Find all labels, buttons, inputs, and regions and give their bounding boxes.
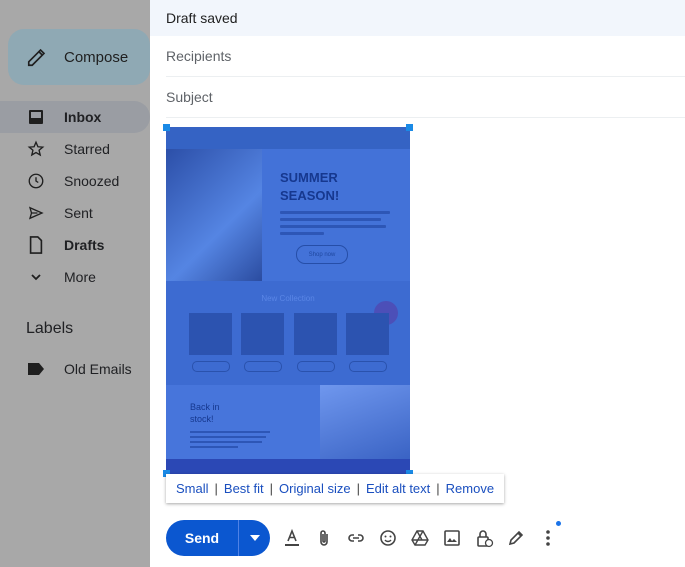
text-format-icon — [285, 528, 299, 546]
product-button — [244, 361, 282, 372]
draft-status: Draft saved — [166, 10, 238, 26]
recipients-field[interactable]: Recipients — [166, 36, 685, 77]
inline-image-selected[interactable]: SUMMER SEASON! Shop now New Collection B… — [163, 124, 413, 477]
compose-button[interactable]: Compose — [8, 29, 150, 85]
sidebar-item-more[interactable]: More — [0, 261, 150, 293]
label-item-label: Old Emails — [64, 361, 132, 377]
sidebar-item-snoozed[interactable]: Snoozed — [0, 165, 150, 197]
image-size-small-link[interactable]: Small — [176, 481, 209, 496]
subject-field[interactable]: Subject — [166, 77, 685, 118]
chevron-down-icon — [26, 267, 46, 287]
more-vert-icon — [546, 530, 550, 546]
sidebar: Compose Inbox Starred Snoozed Sent Draft… — [0, 0, 150, 567]
image-options-bar: Small | Best fit | Original size | Edit … — [166, 474, 504, 503]
insert-emoji-button[interactable] — [372, 522, 404, 554]
product-button — [349, 361, 387, 372]
compose-window: Draft saved Recipients Subject SUMMER SE… — [150, 0, 685, 567]
lock-clock-icon — [477, 530, 494, 548]
product-image — [346, 313, 389, 355]
paperclip-icon — [320, 530, 328, 546]
notification-dot — [556, 521, 561, 526]
back-text-lines — [190, 431, 270, 451]
compose-label: Compose — [64, 48, 129, 66]
edit-alt-text-link[interactable]: Edit alt text — [366, 481, 430, 496]
recipients-placeholder: Recipients — [166, 48, 232, 64]
sidebar-item-sent[interactable]: Sent — [0, 197, 150, 229]
sidebar-item-label: Sent — [64, 205, 93, 221]
newsletter-collection: New Collection — [166, 281, 410, 385]
sidebar-item-inbox[interactable]: Inbox — [0, 101, 150, 133]
product-image — [241, 313, 284, 355]
hero-shop-button: Shop now — [296, 245, 348, 264]
draft-icon — [26, 235, 46, 255]
separator: | — [356, 481, 360, 496]
pen-icon — [508, 530, 524, 546]
newsletter-header — [166, 127, 410, 149]
newsletter-hero: SUMMER SEASON! Shop now — [166, 149, 410, 281]
insert-drive-file-button[interactable] — [404, 522, 436, 554]
sidebar-item-label: Snoozed — [64, 173, 120, 189]
sidebar-item-label: More — [64, 269, 96, 285]
hero-title-line1: SUMMER — [280, 170, 338, 185]
back-title-line2: stock! — [190, 414, 214, 424]
sidebar-item-drafts[interactable]: Drafts — [0, 229, 150, 261]
confidential-mode-button[interactable] — [468, 522, 500, 554]
hero-title: SUMMER SEASON! — [280, 169, 339, 205]
insert-photo-button[interactable] — [436, 522, 468, 554]
clock-icon — [26, 171, 46, 191]
hero-title-line2: SEASON! — [280, 188, 340, 203]
label-icon — [26, 359, 46, 379]
inbox-icon — [26, 107, 46, 127]
send-icon — [26, 203, 46, 223]
send-options-button[interactable] — [238, 520, 270, 556]
star-icon — [26, 139, 46, 159]
pencil-icon — [26, 46, 52, 68]
compose-toolbar: Send — [166, 520, 564, 556]
product-button — [297, 361, 335, 372]
sidebar-item-starred[interactable]: Starred — [0, 133, 150, 165]
back-photo — [320, 385, 410, 459]
newsletter-back-in-stock: Back in stock! — [166, 385, 410, 459]
label-item-old-emails[interactable]: Old Emails — [0, 353, 150, 385]
product-button — [192, 361, 230, 372]
hero-photo — [166, 149, 262, 281]
formatting-options-button[interactable] — [276, 522, 308, 554]
product-image — [189, 313, 232, 355]
more-options-button[interactable] — [532, 521, 564, 554]
sidebar-item-label: Starred — [64, 141, 110, 157]
drive-icon — [411, 530, 429, 546]
labels-heading: Labels — [26, 320, 74, 337]
attach-files-button[interactable] — [308, 522, 340, 554]
product-image — [294, 313, 337, 355]
compose-header: Draft saved — [150, 0, 685, 36]
separator: | — [436, 481, 440, 496]
link-icon — [348, 534, 364, 542]
photo-icon — [444, 530, 460, 546]
send-button[interactable]: Send — [166, 520, 238, 556]
back-title-line1: Back in — [190, 402, 220, 412]
image-size-best-fit-link[interactable]: Best fit — [224, 481, 264, 496]
hero-text-lines — [280, 211, 390, 239]
insert-link-button[interactable] — [340, 522, 372, 554]
collection-title: New Collection — [261, 294, 315, 303]
separator: | — [214, 481, 218, 496]
insert-signature-button[interactable] — [500, 522, 532, 554]
newsletter-image: SUMMER SEASON! Shop now New Collection B… — [166, 127, 410, 474]
emoji-icon — [380, 530, 396, 546]
back-in-stock-title: Back in stock! — [190, 401, 220, 425]
newsletter-footer — [166, 459, 410, 474]
sidebar-item-label: Inbox — [64, 109, 102, 125]
resize-handle-top-right[interactable] — [406, 124, 413, 131]
sidebar-item-label: Drafts — [64, 237, 105, 253]
subject-placeholder: Subject — [166, 89, 213, 105]
caret-down-icon — [249, 535, 260, 541]
image-size-original-link[interactable]: Original size — [279, 481, 351, 496]
resize-handle-top-left[interactable] — [163, 124, 170, 131]
remove-image-link[interactable]: Remove — [446, 481, 494, 496]
separator: | — [269, 481, 274, 496]
